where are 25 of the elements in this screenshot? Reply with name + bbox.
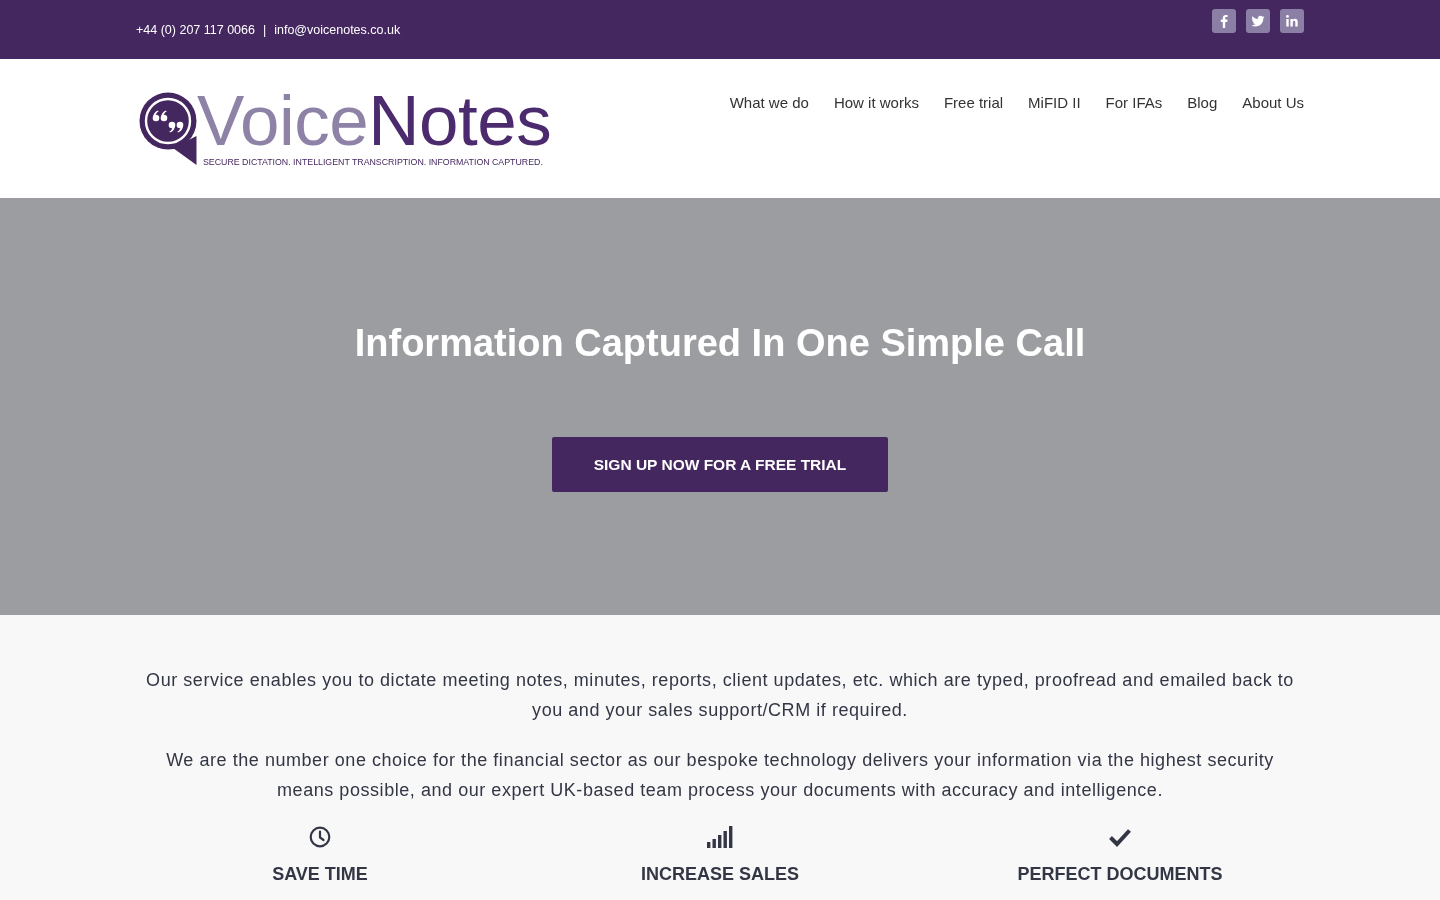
- logo-wordmark[interactable]: VoiceNotes: [197, 90, 552, 152]
- facebook-icon[interactable]: [1212, 9, 1236, 33]
- clock-icon: [309, 826, 331, 848]
- free-trial-button[interactable]: SIGN UP NOW FOR A FREE TRIAL: [552, 437, 888, 492]
- feature-heading: INCREASE SALES: [641, 863, 799, 885]
- phone-number: +44 (0) 207 117 0066: [136, 21, 255, 38]
- nav-link[interactable]: About Us: [1242, 93, 1304, 113]
- nav-link[interactable]: Free trial: [943, 93, 1004, 113]
- feature-heading: PERFECT DOCUMENTS: [1017, 863, 1223, 885]
- nav-link[interactable]: What we do: [729, 93, 809, 113]
- email-link[interactable]: info@voicenotes.co.uk: [274, 21, 401, 38]
- signal-bars-icon: [707, 826, 733, 848]
- nav-link[interactable]: MiFID II: [1028, 93, 1081, 113]
- hero-heading: Information Captured In One Simple Call: [354, 321, 1086, 366]
- twitter-icon[interactable]: [1246, 9, 1270, 33]
- linkedin-icon[interactable]: [1280, 9, 1304, 33]
- nav-link[interactable]: How it works: [833, 93, 919, 113]
- intro-paragraph: We are the number one choice for the financial sector as our bespoke technology delivers your information via the highest security means possible, and our expert UK-based team process your documents with accuracy and intelligence.: [165, 749, 1275, 802]
- logo-tagline: SECURE DICTATION. INTELLIGENT TRANSCRIPTION. INFORMATION CAPTURED.: [203, 156, 543, 168]
- speech-bubble-logo-icon[interactable]: [139, 92, 197, 165]
- nav-link[interactable]: For IFAs: [1105, 93, 1163, 113]
- nav-link[interactable]: Blog: [1187, 93, 1218, 113]
- contact-separator: |: [262, 21, 267, 38]
- intro-paragraph: Our service enables you to dictate meeting notes, minutes, reports, client updates, etc. which are typed, proofread and emailed back to you and your sales support/CRM if required.: [145, 669, 1295, 722]
- feature-heading: SAVE TIME: [272, 863, 368, 885]
